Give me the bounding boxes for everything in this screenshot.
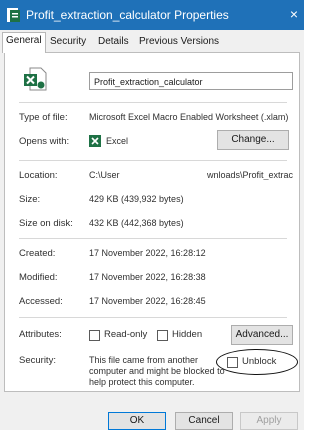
cancel-button[interactable]: Cancel [175,412,233,430]
security-text-line-3: help protect this computer. [89,377,195,387]
type-value: Microsoft Excel Macro Enabled Worksheet … [89,112,289,122]
opens-with-app: Excel [106,136,129,146]
location-label: Location: [19,170,58,181]
size-label: Size: [19,194,41,205]
hidden-label: Hidden [172,329,203,340]
security-text-line-1: This file came from another [89,355,199,365]
created-value: 17 November 2022, 16:28:12 [89,248,206,258]
window-title: Profit_extraction_calculator Properties [26,8,229,22]
location-prefix: C:\User [89,170,120,180]
general-panel: Profit_extraction_calculator Type of fil… [4,52,300,392]
title-bar[interactable]: Profit_extraction_calculator Properties … [0,0,304,30]
tab-general[interactable]: General [2,32,46,53]
tab-previous-versions[interactable]: Previous Versions [136,34,222,50]
hidden-checkbox[interactable] [157,330,168,341]
accessed-value: 17 November 2022, 16:28:45 [89,296,206,306]
advanced-button[interactable]: Advanced... [231,325,293,345]
accessed-label: Accessed: [19,296,63,307]
security-text-line-2: computer and might be blocked to [89,366,225,376]
divider [19,238,287,239]
modified-label: Modified: [19,272,58,283]
apply-button[interactable]: Apply [240,412,298,430]
size-on-disk-label: Size on disk: [19,218,73,229]
redacted-area [139,129,203,151]
annotation-circle [216,349,298,375]
excel-file-icon [24,67,47,91]
file-name-field[interactable]: Profit_extraction_calculator [89,72,293,90]
modified-value: 17 November 2022, 16:28:38 [89,272,206,282]
size-value: 429 KB (439,932 bytes) [89,194,184,204]
ok-button[interactable]: OK [108,412,166,430]
close-icon[interactable]: × [290,6,298,22]
excel-icon [89,135,101,147]
security-label: Security: [19,355,56,366]
tab-details[interactable]: Details [95,34,132,50]
divider [19,317,287,318]
divider [19,102,287,103]
redacted-area [123,165,207,183]
properties-icon [7,8,20,22]
size-on-disk-value: 432 KB (442,368 bytes) [89,218,184,228]
divider [19,160,287,161]
properties-dialog: General Security Details Previous Versio… [0,30,304,430]
read-only-checkbox[interactable] [89,330,100,341]
location-suffix: wnloads\Profit_extrac [207,170,294,180]
tab-strip: General Security Details Previous Versio… [0,30,304,53]
opens-with-label: Opens with: [19,136,70,147]
change-button[interactable]: Change... [217,130,289,150]
read-only-label: Read-only [104,329,148,340]
attributes-label: Attributes: [19,329,62,340]
created-label: Created: [19,248,56,259]
tab-security[interactable]: Security [47,34,89,50]
type-label: Type of file: [19,112,68,123]
